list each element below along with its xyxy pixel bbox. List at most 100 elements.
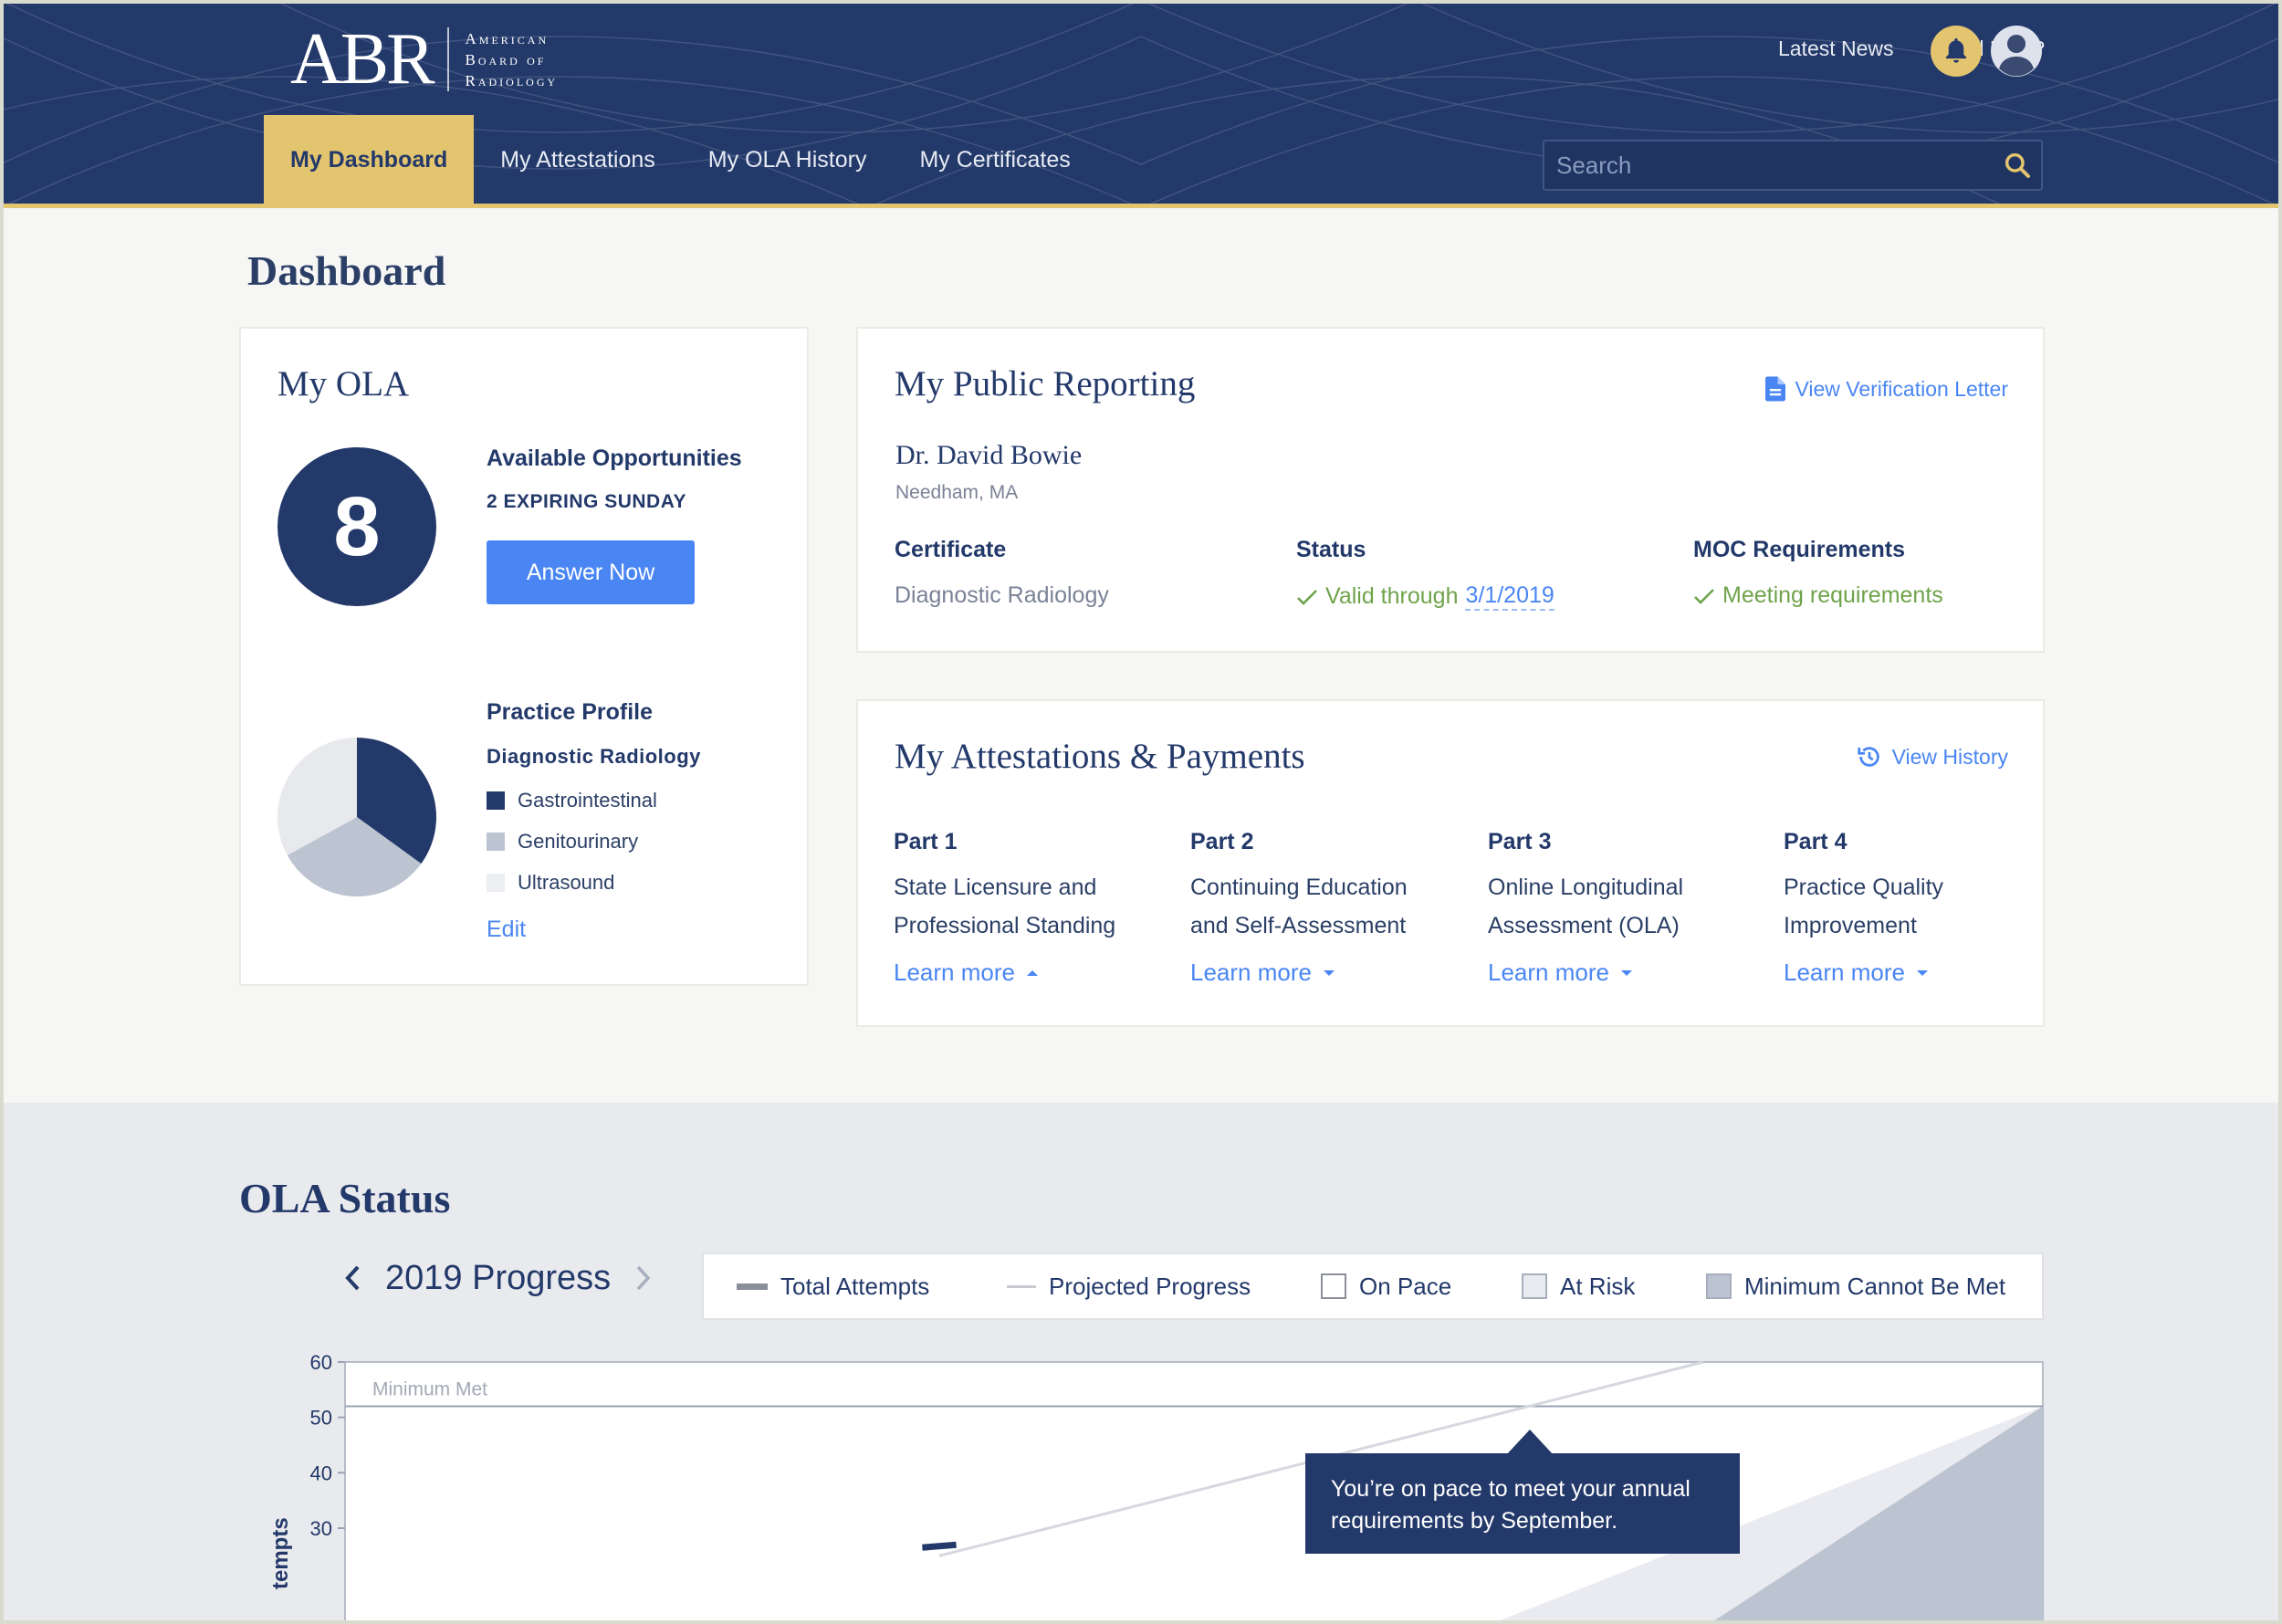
user-avatar-icon: [1999, 35, 2034, 77]
tooltip-line: requirements by September.: [1331, 1508, 1618, 1534]
learn-more-part-1[interactable]: Learn more: [894, 959, 1039, 987]
expiring-notice: 2 EXPIRING SUNDAY: [487, 491, 686, 512]
next-year-button[interactable]: [627, 1258, 658, 1298]
legend-swatch: [487, 874, 505, 892]
pace-tooltip: You’re on pace to meet your annual requi…: [1305, 1453, 1740, 1554]
learn-more-label: Learn more: [1190, 959, 1312, 986]
site-header: ABR American Board of Radiology Latest N…: [0, 0, 2282, 208]
document-icon: [1765, 376, 1786, 402]
latest-news-link[interactable]: Latest News: [1778, 37, 1894, 61]
legend-total-attempts: Total Attempts: [737, 1273, 929, 1301]
legend-label: Minimum Cannot Be Met: [1744, 1272, 2006, 1300]
view-history-link[interactable]: View History: [1856, 743, 2008, 770]
tooltip-arrow: [1506, 1430, 1554, 1455]
answer-now-button[interactable]: Answer Now: [487, 540, 695, 604]
legend-projected-progress: Projected Progress: [1007, 1273, 1251, 1301]
legend-label: Genitourinary: [518, 830, 639, 853]
opportunities-count: 8: [277, 447, 436, 606]
ola-status-title: OLA Status: [239, 1175, 451, 1221]
search-button[interactable]: [1994, 141, 2041, 189]
part-description: State Licensure and Professional Standin…: [894, 868, 1167, 945]
legend-label: On Pace: [1359, 1272, 1452, 1300]
view-verification-letter-label: View Verification Letter: [1795, 376, 2008, 401]
part-description: Online Longitudinal Assessment (OLA): [1488, 868, 1762, 945]
check-icon: [1297, 589, 1317, 605]
attestation-part-3: Part 3 Online Longitudinal Assessment (O…: [1488, 829, 1762, 945]
y-tick-label: 50: [310, 1407, 332, 1430]
legend-at-risk: At Risk: [1522, 1273, 1635, 1301]
view-history-label: View History: [1891, 744, 2008, 769]
moc-requirements-text: Meeting requirements: [1722, 582, 1943, 608]
minimum-met-label: Minimum Met: [372, 1379, 487, 1400]
caret-down-icon: [1323, 969, 1335, 976]
legend-label: Projected Progress: [1049, 1272, 1251, 1300]
part-description-line: and Self-Assessment: [1190, 913, 1407, 938]
part-description: Continuing Education and Self-Assessment: [1190, 868, 1464, 945]
legend-minimum-cannot-be-met: Minimum Cannot Be Met: [1706, 1273, 2005, 1301]
notifications-button[interactable]: [1931, 26, 1982, 77]
learn-more-part-2[interactable]: Learn more: [1190, 959, 1335, 987]
legend-box-swatch: [1706, 1273, 1732, 1299]
part-description-line: Continuing Education: [1190, 875, 1408, 900]
learn-more-label: Learn more: [1784, 959, 1905, 986]
certificate-value: Diagnostic Radiology: [895, 582, 1109, 608]
legend-label: Total Attempts: [780, 1272, 930, 1300]
nav-tab-my-attestations[interactable]: My Attestations: [474, 115, 682, 204]
logo-divider: [446, 27, 449, 91]
profile-legend-ultrasound: Ultrasound: [487, 871, 614, 895]
year-navigator: 2019 Progress: [338, 1258, 658, 1298]
search-input[interactable]: [1544, 141, 1994, 189]
part-description-line: Professional Standing: [894, 913, 1116, 938]
practice-profile-pie-chart: [277, 738, 436, 896]
learn-more-part-4[interactable]: Learn more: [1784, 959, 1929, 987]
search-box: [1543, 140, 2043, 191]
physician-location: Needham, MA: [895, 482, 1019, 503]
part-description-line: Assessment (OLA): [1488, 913, 1680, 938]
status-value: Valid through 3/1/2019: [1296, 582, 1554, 611]
caret-down-icon: [1620, 969, 1632, 976]
nav-tab-my-dashboard[interactable]: My Dashboard: [264, 115, 475, 204]
nav-tab-my-certificates[interactable]: My Certificates: [893, 115, 1096, 204]
my-ola-card: My OLA 8 Available Opportunities 2 EXPIR…: [239, 327, 809, 986]
check-icon: [1694, 588, 1714, 604]
legend-on-pace: On Pace: [1321, 1273, 1451, 1301]
legend-line-swatch: [737, 1283, 768, 1290]
main-nav: My Dashboard My Attestations My OLA Hist…: [264, 115, 1097, 204]
status-prefix: Valid through: [1325, 583, 1459, 609]
part-description-line: Improvement: [1784, 913, 1917, 938]
previous-year-button[interactable]: [338, 1258, 369, 1298]
attestations-title: My Attestations & Payments: [895, 737, 1305, 776]
logo-word-1: American: [465, 29, 550, 47]
logo-wordmark: American Board of Radiology: [466, 28, 559, 91]
moc-requirements-header: MOC Requirements: [1693, 537, 1905, 562]
part-description-line: Practice Quality: [1784, 875, 1944, 900]
part-description-line: Online Longitudinal: [1488, 875, 1684, 900]
legend-swatch: [487, 791, 505, 810]
nav-tab-my-ola-history[interactable]: My OLA History: [682, 115, 894, 204]
legend-label: Gastrointestinal: [518, 789, 657, 812]
y-tick-label: 60: [310, 1351, 332, 1374]
my-ola-title: My OLA: [277, 364, 410, 403]
learn-more-part-3[interactable]: Learn more: [1488, 959, 1633, 987]
caret-up-icon: [1026, 969, 1038, 976]
status-header: Status: [1296, 537, 1366, 562]
logo-mark: ABR: [290, 18, 434, 100]
attestation-part-1: Part 1 State Licensure and Professional …: [894, 829, 1167, 945]
abr-logo[interactable]: ABR American Board of Radiology: [290, 18, 559, 100]
page-title: Dashboard: [247, 247, 446, 294]
practice-specialty: Diagnostic Radiology: [487, 745, 701, 768]
view-verification-letter-link[interactable]: View Verification Letter: [1765, 376, 2008, 402]
part-heading: Part 4: [1784, 829, 1848, 854]
part-description-line: State Licensure and: [894, 875, 1097, 900]
attestations-card: My Attestations & Payments View History …: [856, 699, 2045, 1027]
bell-icon: [1945, 37, 1967, 63]
tooltip-line: You’re on pace to meet your annual: [1331, 1476, 1691, 1502]
learn-more-label: Learn more: [894, 959, 1015, 986]
legend-line-swatch: [1007, 1284, 1036, 1288]
status-date-link[interactable]: 3/1/2019: [1465, 582, 1554, 611]
chevron-left-icon: [345, 1265, 360, 1291]
ola-progress-chart: Minimum Met 60 50 40 30: [310, 1351, 2044, 1624]
edit-profile-link[interactable]: Edit: [487, 917, 526, 943]
learn-more-label: Learn more: [1488, 959, 1609, 986]
account-button[interactable]: [1991, 26, 2042, 77]
